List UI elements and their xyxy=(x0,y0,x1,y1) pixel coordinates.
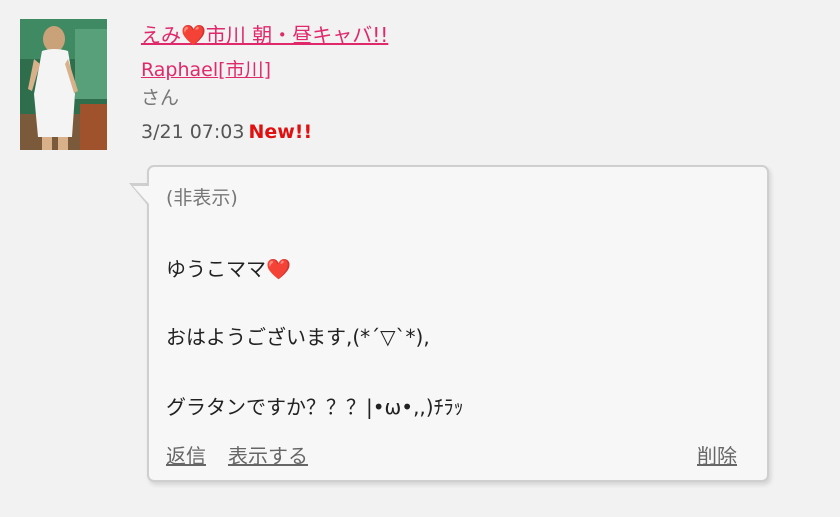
bubble-tail-inner xyxy=(133,186,149,204)
show-link[interactable]: 表示する xyxy=(228,440,308,469)
avatar-photo xyxy=(20,19,107,150)
avatar[interactable] xyxy=(20,19,107,150)
timestamp: 3/21 07:03 xyxy=(141,121,245,143)
shop-link[interactable]: えみ❤️市川 朝・昼キャバ!! xyxy=(141,21,821,49)
delete-link[interactable]: 削除 xyxy=(697,440,737,469)
message-line: ゆうこママ❤️ xyxy=(166,257,291,281)
user-name: Raphael xyxy=(141,59,219,81)
timestamp-row: 3/21 07:03 New!! xyxy=(141,119,821,145)
honorific: さん xyxy=(141,87,180,109)
message-line: グラタンですか？？？|•ω•,,)ﾁﾗｯ xyxy=(166,395,464,419)
reply-link[interactable]: 返信 xyxy=(166,440,206,469)
hidden-label: (非表示) xyxy=(166,187,238,209)
new-badge: New!! xyxy=(248,121,313,143)
post-meta: えみ❤️市川 朝・昼キャバ!! Raphael[市川] さん 3/21 07:0… xyxy=(141,21,821,145)
message-bubble: (非表示) ゆうこママ❤️ おはようございます,(*´▽`*), グラタンですか… xyxy=(147,165,769,482)
heart-icon: ❤️ xyxy=(181,23,206,47)
shop-name-suffix: 市川 朝・昼キャバ!! xyxy=(205,23,389,47)
comment-post: えみ❤️市川 朝・昼キャバ!! Raphael[市川] さん 3/21 07:0… xyxy=(0,0,840,517)
user-area: [市川] xyxy=(218,59,271,81)
message-line: おはようございます,(*´▽`*), xyxy=(166,325,430,349)
shop-name-prefix: えみ xyxy=(141,23,181,47)
user-link[interactable]: Raphael[市川] xyxy=(141,56,271,84)
